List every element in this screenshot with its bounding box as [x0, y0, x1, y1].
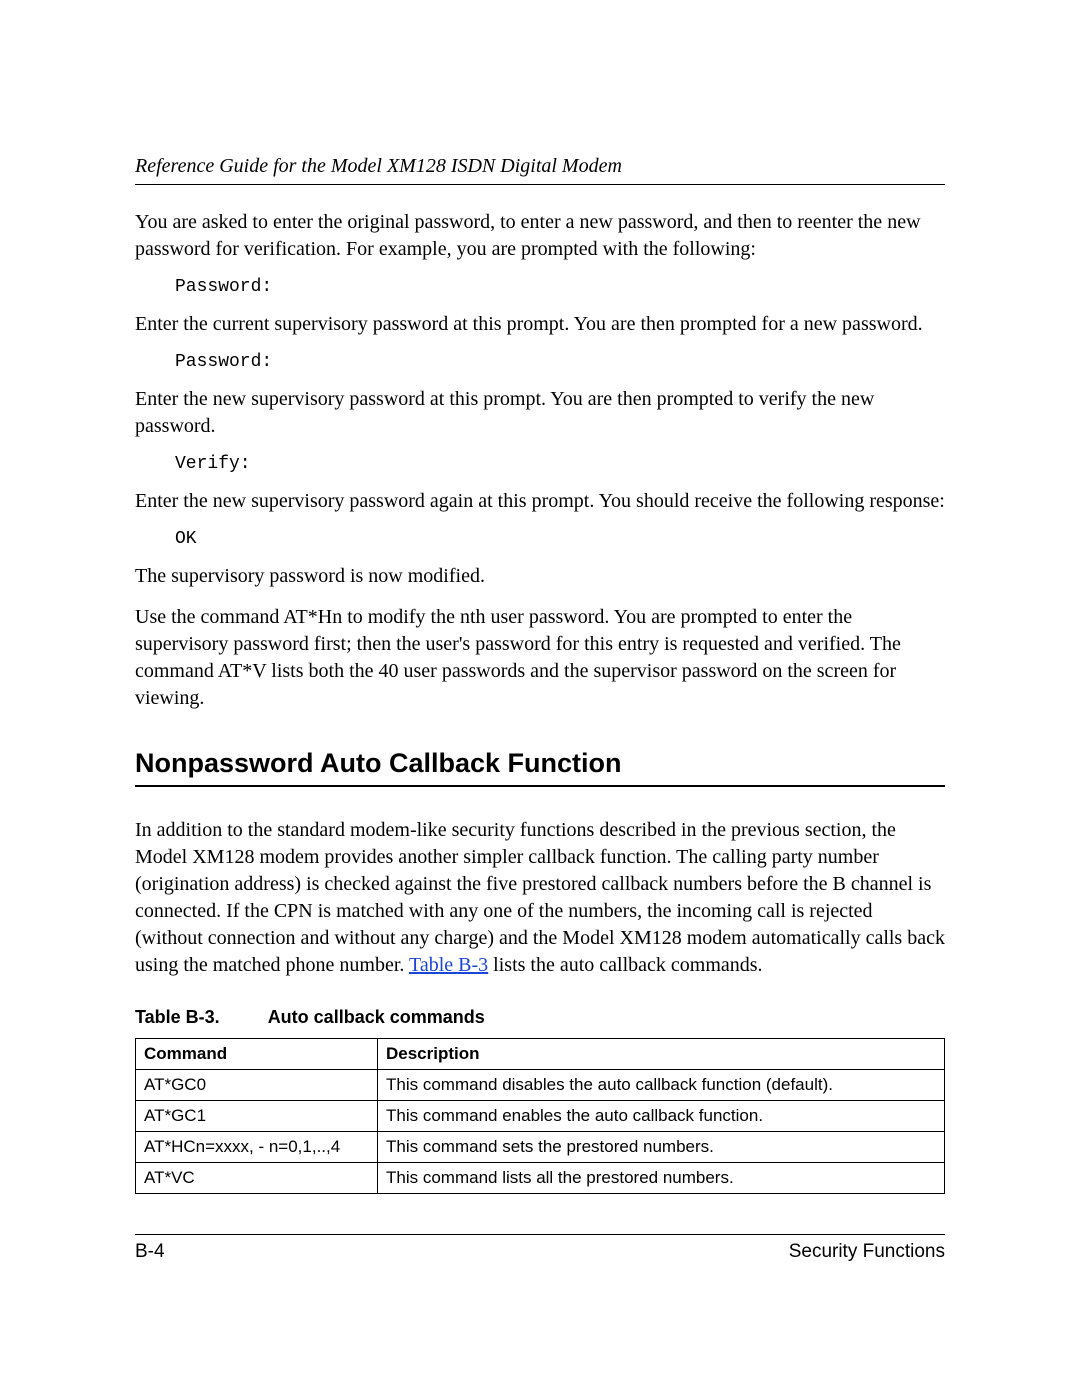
cell-description: This command enables the auto callback f… [378, 1101, 945, 1132]
paragraph-new-pw: Enter the new supervisory password at th… [135, 386, 945, 440]
page-footer: B-4 Security Functions [135, 1241, 945, 1263]
table-caption: Table B-3. Auto callback commands [135, 1007, 945, 1028]
paragraph-current-pw: Enter the current supervisory password a… [135, 311, 945, 338]
section-intro-text-a: In addition to the standard modem-like s… [135, 819, 945, 976]
table-caption-label: Table B-3. [135, 1007, 220, 1027]
cell-command: AT*VC [136, 1163, 378, 1194]
section-intro: In addition to the standard modem-like s… [135, 817, 945, 979]
footer-page-number: B-4 [135, 1241, 165, 1263]
section-rule [135, 785, 945, 787]
paragraph-intro: You are asked to enter the original pass… [135, 209, 945, 263]
cell-description: This command sets the prestored numbers. [378, 1132, 945, 1163]
table-header-row: Command Description [136, 1039, 945, 1070]
paragraph-modified: The supervisory password is now modified… [135, 563, 945, 590]
table-row: AT*HCn=xxxx, - n=0,1,..,4 This command s… [136, 1132, 945, 1163]
section-heading: Nonpassword Auto Callback Function [135, 748, 945, 779]
cell-command: AT*GC1 [136, 1101, 378, 1132]
cell-command: AT*GC0 [136, 1070, 378, 1101]
cell-description: This command disables the auto callback … [378, 1070, 945, 1101]
code-ok: OK [175, 529, 945, 549]
code-password-2: Password: [175, 352, 945, 372]
paragraph-verify: Enter the new supervisory password again… [135, 488, 945, 515]
table-header-description: Description [378, 1039, 945, 1070]
code-password-1: Password: [175, 277, 945, 297]
paragraph-athn: Use the command AT*Hn to modify the nth … [135, 604, 945, 712]
table-caption-title: Auto callback commands [268, 1007, 485, 1027]
section-intro-text-b: lists the auto callback commands. [488, 954, 762, 976]
code-verify: Verify: [175, 454, 945, 474]
header-rule [135, 184, 945, 185]
callback-commands-table: Command Description AT*GC0 This command … [135, 1038, 945, 1194]
table-row: AT*GC0 This command disables the auto ca… [136, 1070, 945, 1101]
footer-section-name: Security Functions [789, 1241, 945, 1263]
table-header-command: Command [136, 1039, 378, 1070]
cell-command: AT*HCn=xxxx, - n=0,1,..,4 [136, 1132, 378, 1163]
table-row: AT*VC This command lists all the prestor… [136, 1163, 945, 1194]
running-header: Reference Guide for the Model XM128 ISDN… [135, 155, 945, 178]
table-row: AT*GC1 This command enables the auto cal… [136, 1101, 945, 1132]
table-reference-link[interactable]: Table B-3 [409, 954, 488, 976]
page-content: Reference Guide for the Model XM128 ISDN… [0, 0, 1080, 1363]
cell-description: This command lists all the prestored num… [378, 1163, 945, 1194]
footer-rule [135, 1234, 945, 1235]
